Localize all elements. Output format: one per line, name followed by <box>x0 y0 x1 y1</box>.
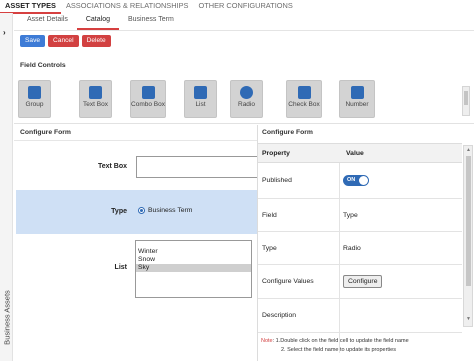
section-divider <box>14 123 474 124</box>
note-label: Note <box>261 338 273 344</box>
field-controls-title: Field Controls <box>20 62 66 69</box>
properties-panel-title: Configure Form <box>262 129 313 136</box>
field-control-label: Radio <box>238 101 255 108</box>
form-row-text-box[interactable]: Text Box <box>16 142 258 188</box>
top-tabs: ASSET TYPES ASSOCIATIONS & RELATIONSHIPS… <box>0 0 474 14</box>
field-control-label: Check Box <box>288 101 320 108</box>
tab-other-configurations[interactable]: OTHER CONFIGURATIONS <box>193 0 297 10</box>
field-control-check-box[interactable]: Check Box <box>286 80 322 118</box>
tab-asset-types[interactable]: ASSET TYPES <box>0 0 61 14</box>
list-box[interactable]: Winter Snow Sky <box>135 240 252 298</box>
table-row-type[interactable]: Type Radio <box>258 232 462 265</box>
list-label: List <box>114 264 127 271</box>
form-row-list[interactable]: List Winter Snow Sky <box>16 236 257 300</box>
field-control-number[interactable]: Number <box>339 80 375 118</box>
delete-button[interactable]: Delete <box>81 35 111 47</box>
radio-selected-icon[interactable] <box>138 207 145 214</box>
note-line-1: : 1.Double click on the field cell to up… <box>272 338 409 344</box>
check-box-icon <box>297 86 311 99</box>
form-row-type[interactable]: Type Business Term <box>16 190 257 234</box>
scroll-up-icon[interactable]: ▲ <box>466 147 471 153</box>
properties-scrollbar[interactable]: ▲ ▼ <box>463 145 473 327</box>
radio-icon <box>240 86 253 99</box>
configure-button[interactable]: Configure <box>343 275 383 288</box>
table-row-description[interactable]: Description <box>258 299 462 333</box>
cancel-button[interactable]: Cancel <box>48 35 79 47</box>
property-key: Published <box>262 177 292 184</box>
field-control-radio[interactable]: Radio <box>230 80 263 118</box>
type-radio-label: Business Term <box>148 207 193 214</box>
toggle-label: ON <box>347 177 356 183</box>
field-control-label: Text Box <box>83 101 108 108</box>
section-divider <box>14 140 257 141</box>
left-rail: › Business Assets <box>0 13 13 361</box>
field-control-group[interactable]: Group <box>18 80 51 118</box>
properties-panel: Configure Form Property Value Published … <box>257 125 474 361</box>
type-label: Type <box>111 208 127 215</box>
toggle-knob <box>359 176 368 185</box>
text-box-icon <box>89 86 102 99</box>
type-radio[interactable]: Business Term <box>138 207 192 214</box>
table-row-published[interactable]: Published ON <box>258 163 462 199</box>
sub-tabs-divider <box>14 30 474 31</box>
property-value[interactable]: Radio <box>343 245 361 252</box>
properties-table-header: Property Value <box>258 143 462 163</box>
text-box-label: Text Box <box>97 163 127 170</box>
tab-business-term[interactable]: Business Term <box>119 14 183 30</box>
help-note: Note: 1.Double click on the field cell t… <box>261 337 409 355</box>
scrollbar-thumb[interactable] <box>464 91 468 105</box>
action-bar: Save Cancel Delete <box>20 35 111 47</box>
combo-box-icon <box>141 86 155 99</box>
tab-catalog[interactable]: Catalog <box>76 14 119 30</box>
configure-form-title: Configure Form <box>20 129 71 136</box>
property-key: Type <box>262 245 277 252</box>
field-control-label: Number <box>345 101 369 108</box>
list-option[interactable]: Snow <box>136 256 251 264</box>
field-control-combo-box[interactable]: Combo Box <box>130 80 166 118</box>
group-icon <box>28 86 41 99</box>
note-line-2: 2. Select the field name to update its p… <box>281 347 396 353</box>
field-controls-scrollbar[interactable] <box>462 86 470 116</box>
chevron-right-icon[interactable]: › <box>3 28 6 37</box>
save-button[interactable]: Save <box>20 35 46 47</box>
field-control-label: List <box>195 101 206 108</box>
table-row-field[interactable]: Field Type <box>258 199 462 232</box>
header-value: Value <box>346 150 364 157</box>
published-toggle[interactable]: ON <box>343 175 369 186</box>
list-icon <box>194 86 207 99</box>
number-icon <box>350 86 364 99</box>
table-row-configure-values[interactable]: Configure Values Configure <box>258 265 462 299</box>
list-option-selected[interactable]: Sky <box>136 264 251 272</box>
property-key: Description <box>262 312 296 319</box>
field-control-label: Combo Box <box>131 101 165 108</box>
field-controls-palette: Group Text Box Combo Box List Radio Chec… <box>18 80 464 118</box>
field-control-label: Group <box>25 101 44 108</box>
property-key: Field <box>262 212 277 219</box>
sub-tabs: Asset Details Catalog Business Term <box>18 14 183 30</box>
tab-asset-details[interactable]: Asset Details <box>18 14 77 30</box>
scrollbar-thumb[interactable] <box>466 156 471 286</box>
text-box-input[interactable] <box>136 156 258 178</box>
tab-associations-relationships[interactable]: ASSOCIATIONS & RELATIONSHIPS <box>61 0 194 10</box>
field-control-list[interactable]: List <box>184 80 217 118</box>
header-property: Property <box>262 150 290 157</box>
list-option[interactable]: Winter <box>136 248 251 256</box>
scroll-down-icon[interactable]: ▼ <box>466 316 471 322</box>
field-control-text-box[interactable]: Text Box <box>79 80 112 118</box>
rail-label-business-assets[interactable]: Business Assets <box>3 283 12 353</box>
property-value[interactable]: Type <box>343 212 358 219</box>
property-key: Configure Values <box>262 278 314 285</box>
